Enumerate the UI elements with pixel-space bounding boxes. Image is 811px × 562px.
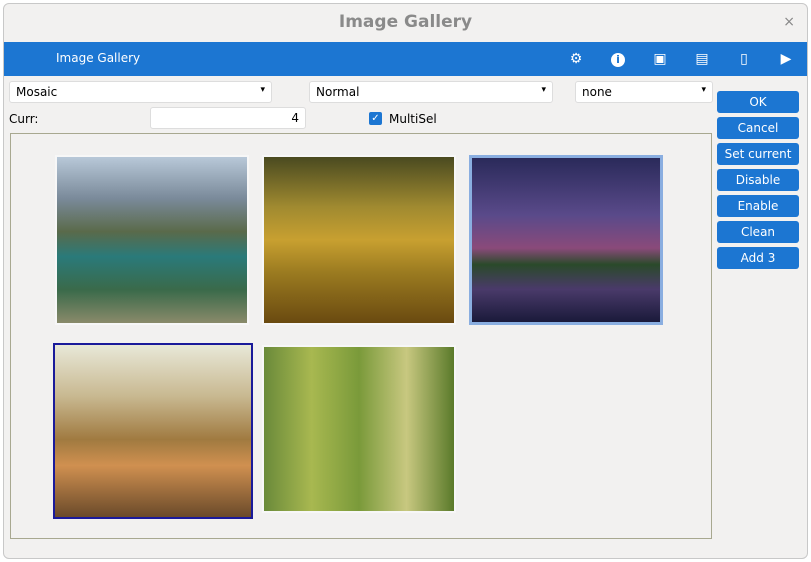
set-current-button[interactable]: Set current — [717, 143, 799, 165]
file-icon[interactable]: ▯ — [734, 49, 754, 69]
filter-select[interactable]: none — [575, 81, 713, 103]
toolbar-title: Image Gallery — [56, 51, 141, 65]
gallery-image-lake[interactable] — [55, 155, 249, 325]
toolbar: Image Gallery ⚙ i ▣ ▤ ▯ ▶ — [4, 42, 807, 76]
ok-button[interactable]: OK — [717, 91, 799, 113]
disable-button[interactable]: Disable — [717, 169, 799, 191]
chip-icon[interactable]: ▣ — [650, 49, 670, 69]
gallery-image-storm[interactable] — [469, 155, 663, 325]
gallery-image-forest[interactable] — [262, 345, 456, 513]
curr-input[interactable]: 4 — [150, 107, 306, 129]
window-title: Image Gallery — [338, 12, 473, 32]
gallery-image-cat[interactable] — [53, 343, 253, 519]
style-select[interactable]: Normal — [309, 81, 553, 103]
dialog-window: Image Gallery × Image Gallery ⚙ i ▣ ▤ ▯ … — [3, 3, 808, 559]
gallery-image-sunset[interactable] — [262, 155, 456, 325]
curr-label: Curr: — [9, 112, 39, 126]
multisel-checkbox[interactable]: ✓ — [369, 112, 382, 125]
gear-icon[interactable]: ⚙ — [566, 49, 586, 69]
cancel-button[interactable]: Cancel — [717, 117, 799, 139]
add-3-button[interactable]: Add 3 — [717, 247, 799, 269]
info-icon[interactable]: i — [608, 49, 628, 69]
multisel-label: MultiSel — [389, 112, 437, 126]
enable-button[interactable]: Enable — [717, 195, 799, 217]
document-icon[interactable]: ▤ — [692, 49, 712, 69]
mode-select[interactable]: Mosaic — [9, 81, 272, 103]
play-icon[interactable]: ▶ — [776, 49, 796, 69]
close-icon[interactable]: × — [783, 14, 795, 30]
gallery-area — [10, 133, 712, 539]
clean-button[interactable]: Clean — [717, 221, 799, 243]
